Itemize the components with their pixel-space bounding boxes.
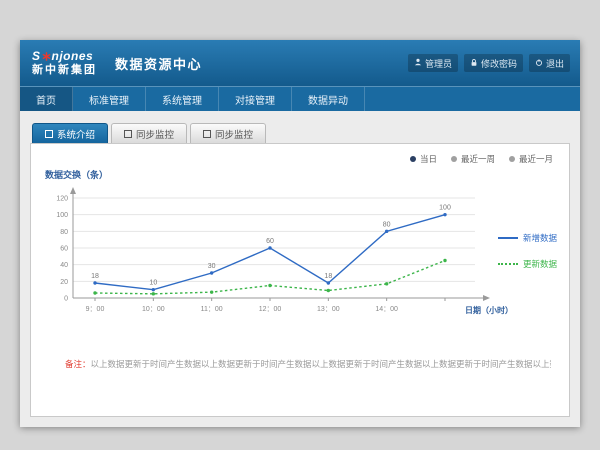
svg-text:100: 100	[56, 212, 68, 219]
logo-prefix: S	[32, 50, 41, 64]
time-range-legend: 当日 最近一周 最近一月	[410, 153, 553, 165]
tab-sync-monitor-1[interactable]: 同步监控	[111, 123, 187, 144]
legend-today-label: 当日	[420, 153, 437, 165]
svg-text:40: 40	[60, 262, 68, 269]
logo-suffix: njones	[52, 50, 94, 64]
svg-text:10：00: 10：00	[142, 306, 165, 313]
y-axis-title: 数据交换（条）	[45, 168, 108, 181]
nav-item-integration-mgmt[interactable]: 对接管理	[219, 87, 292, 111]
user-actions: 管理员 修改密码 退出	[408, 54, 570, 72]
legend-last-month[interactable]: 最近一月	[509, 153, 553, 165]
nav-item-data-changes[interactable]: 数据异动	[292, 87, 365, 111]
content-area: 系统介绍 同步监控 同步监控 当日	[20, 111, 580, 427]
app-window: S njones 新中新集团 数据资源中心 管理员 修改密码	[20, 40, 580, 426]
chart-panel: 当日 最近一周 最近一月 数据交换（条） 0 20 40 60 80 100 120 9：00…	[30, 143, 570, 417]
tab-grid-icon	[124, 130, 132, 138]
series-legend-label: 更新数据	[523, 258, 557, 270]
tab-grid-icon	[45, 130, 53, 138]
svg-text:0: 0	[64, 296, 68, 303]
legend-new-data: 新增数据	[498, 232, 557, 244]
logo: S njones 新中新集团	[32, 50, 97, 76]
footnote-label: 备注：	[65, 359, 91, 369]
page-background: S njones 新中新集团 数据资源中心 管理员 修改密码	[0, 0, 600, 450]
svg-text:80: 80	[383, 221, 391, 228]
user-icon	[414, 58, 422, 68]
top-legend-dot	[509, 156, 515, 162]
svg-text:60: 60	[60, 246, 68, 253]
logo-asterisk-icon	[42, 52, 51, 61]
logo-wordmark: S njones	[32, 50, 97, 64]
series-legend-line	[498, 263, 518, 265]
line-chart: 0 20 40 60 80 100 120 9：00 10：00 11：00 12：00 13：00 1…	[43, 186, 515, 328]
legend-updated-data: 更新数据	[498, 258, 557, 270]
series-legend-line	[498, 237, 518, 239]
footnote-text: 以上数据更新于时间产生数据以上数据更新于时间产生数据以上数据更新于时间产生数据以…	[91, 359, 551, 369]
svg-text:14：00: 14：00	[375, 306, 398, 313]
footnote: 备注：以上数据更新于时间产生数据以上数据更新于时间产生数据以上数据更新于时间产生…	[65, 358, 551, 370]
tab-label: 同步监控	[215, 127, 253, 141]
svg-text:9：00: 9：00	[86, 306, 105, 313]
change-password-button[interactable]: 修改密码	[464, 54, 523, 72]
legend-last-week-label: 最近一周	[461, 153, 495, 165]
svg-text:13：00: 13：00	[317, 306, 340, 313]
svg-text:80: 80	[60, 229, 68, 236]
nav-item-standard-mgmt[interactable]: 标准管理	[73, 87, 146, 111]
legend-last-week[interactable]: 最近一周	[451, 153, 495, 165]
admin-user-label: 管理员	[425, 57, 452, 70]
svg-text:12：00: 12：00	[259, 306, 282, 313]
tab-grid-icon	[203, 130, 211, 138]
tab-sync-monitor-2[interactable]: 同步监控	[190, 123, 266, 144]
logout-button[interactable]: 退出	[529, 54, 570, 72]
svg-text:30: 30	[208, 263, 216, 270]
svg-text:18: 18	[91, 273, 99, 280]
top-legend-dot	[451, 156, 457, 162]
tab-system-intro[interactable]: 系统介绍	[32, 123, 108, 144]
main-nav: 首页 标准管理 系统管理 对接管理 数据异动	[20, 86, 580, 111]
logo-company-name: 新中新集团	[32, 64, 97, 77]
tab-label: 同步监控	[136, 127, 174, 141]
lock-icon	[470, 58, 478, 69]
nav-item-home[interactable]: 首页	[20, 87, 73, 111]
page-title: 数据资源中心	[115, 54, 202, 73]
series-legend: 新增数据 更新数据	[498, 232, 557, 270]
svg-text:18: 18	[324, 273, 332, 280]
svg-text:100: 100	[439, 205, 451, 212]
svg-text:10: 10	[149, 280, 157, 287]
legend-today[interactable]: 当日	[410, 153, 437, 165]
app-header: S njones 新中新集团 数据资源中心 管理员 修改密码	[20, 40, 580, 86]
nav-item-system-mgmt[interactable]: 系统管理	[146, 87, 219, 111]
tab-label: 系统介绍	[57, 127, 95, 141]
tab-bar: 系统介绍 同步监控 同步监控	[32, 123, 570, 144]
svg-text:11：00: 11：00	[201, 306, 223, 313]
power-icon	[535, 58, 543, 69]
svg-text:20: 20	[60, 279, 68, 286]
svg-text:120: 120	[56, 196, 68, 203]
series-legend-label: 新增数据	[523, 232, 557, 244]
svg-text:日期（小时）: 日期（小时）	[465, 305, 513, 315]
change-password-label: 修改密码	[481, 57, 517, 70]
svg-text:60: 60	[266, 238, 274, 245]
top-legend-dot	[410, 156, 416, 162]
logout-label: 退出	[546, 57, 564, 70]
admin-user-button[interactable]: 管理员	[408, 54, 458, 72]
legend-last-month-label: 最近一月	[519, 153, 553, 165]
